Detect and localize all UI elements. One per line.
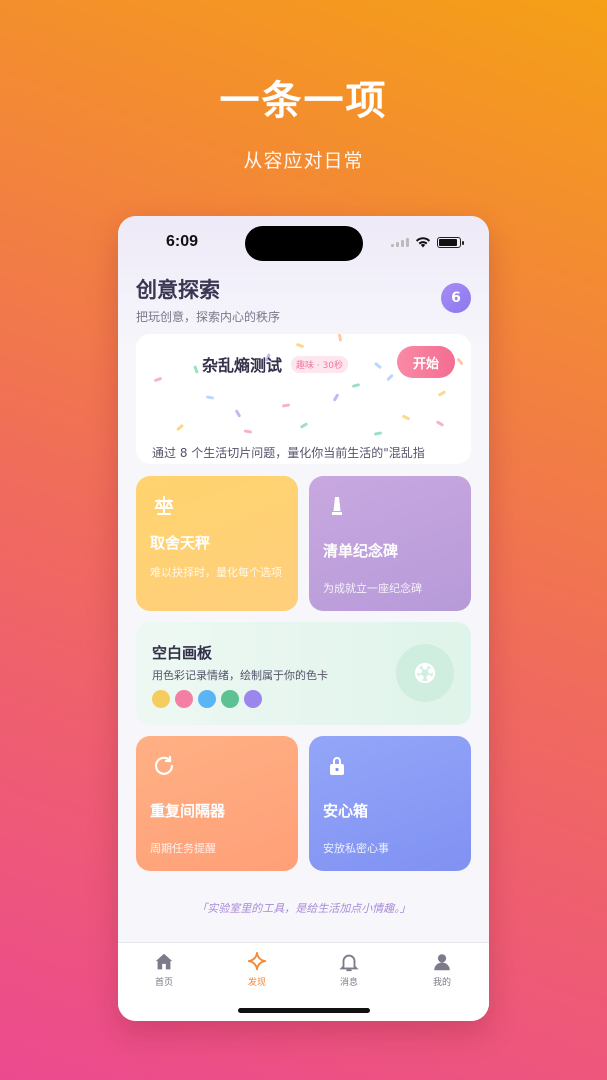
tile-title: 安心箱 <box>323 802 369 820</box>
hero-title: 一条一项 <box>219 78 388 124</box>
tile-title: 取舍天秤 <box>150 534 211 552</box>
color-swatches <box>152 690 262 708</box>
color-swatch[interactable] <box>198 690 216 708</box>
hero-subtitle: 从容应对日常 <box>243 150 364 172</box>
entropy-title: 杂乱熵测试 <box>202 356 283 375</box>
tile-description: 周期任务提醒 <box>150 842 216 855</box>
palette-button[interactable] <box>396 644 454 702</box>
tab-profile[interactable]: 我的 <box>412 951 472 988</box>
tool-tile-monument[interactable]: 清单纪念碑 为成就立一座纪念碑 <box>309 476 471 611</box>
entropy-test-card[interactable]: 杂乱熵测试 趣味 · 30秒 开始 通过 8 个生活切片问题，量化你当前生活的"… <box>136 334 471 464</box>
user-icon <box>434 954 450 971</box>
phone-frame: 6:09 创意探索 把玩创意，探索内心的秩序 6 杂乱熵测试 趣味 · 30秒 … <box>118 216 489 1021</box>
color-swatch[interactable] <box>175 690 193 708</box>
bell-icon <box>339 954 359 972</box>
entropy-description: 通过 8 个生活切片问题，量化你当前生活的"混乱指 <box>152 446 425 460</box>
entropy-tag: 趣味 · 30秒 <box>291 356 349 373</box>
home-icon <box>155 953 173 970</box>
signal-icon <box>391 237 409 247</box>
status-icons <box>391 236 464 248</box>
lock-icon <box>330 757 344 775</box>
tab-discover[interactable]: 发现 <box>227 951 287 988</box>
color-swatch[interactable] <box>221 690 239 708</box>
monument-icon <box>332 497 342 515</box>
status-time: 6:09 <box>166 233 199 250</box>
start-button[interactable]: 开始 <box>397 346 455 378</box>
tile-description: 用色彩记录情绪，绘制属于你的色卡 <box>152 669 328 682</box>
battery-icon <box>437 236 464 248</box>
tab-label: 发现 <box>247 978 266 988</box>
tile-title: 清单纪念碑 <box>323 542 399 560</box>
tool-tile-safe[interactable]: 安心箱 安放私密心事 <box>309 736 471 871</box>
tile-description: 为成就立一座纪念碑 <box>323 582 422 595</box>
tile-description: 安放私密心事 <box>323 842 389 855</box>
sparkle-icon <box>247 951 267 971</box>
color-swatch[interactable] <box>244 690 262 708</box>
tool-tile-canvas[interactable]: 空白画板 用色彩记录情绪，绘制属于你的色卡 <box>136 622 471 725</box>
tool-tile-scale[interactable]: 取舍天秤 难以抉择时，量化每个选项 <box>136 476 298 611</box>
refresh-icon <box>154 755 174 775</box>
scale-icon <box>154 496 174 515</box>
page-subtitle: 把玩创意，探索内心的秩序 <box>136 310 281 324</box>
tool-tile-repeat[interactable]: 重复间隔器 周期任务提醒 <box>136 736 298 871</box>
home-indicator <box>238 1008 370 1013</box>
palette-icon <box>414 662 436 684</box>
tab-label: 我的 <box>432 978 451 988</box>
tab-bar: 首页 发现 消息 我的 <box>118 942 489 1021</box>
tile-title: 重复间隔器 <box>150 802 226 820</box>
tab-messages[interactable]: 消息 <box>319 951 379 988</box>
tab-label: 消息 <box>339 978 358 988</box>
footer-quote: 「实验室里的工具，是给生活加点小情趣。」 <box>196 902 411 915</box>
tab-label: 首页 <box>154 978 173 988</box>
wifi-icon <box>416 237 430 248</box>
count-badge[interactable]: 6 <box>441 283 471 313</box>
dynamic-island <box>245 226 363 261</box>
page-title: 创意探索 <box>136 278 220 302</box>
tile-title: 空白画板 <box>152 644 213 662</box>
tile-description: 难以抉择时，量化每个选项 <box>150 566 282 579</box>
tab-home[interactable]: 首页 <box>134 951 194 988</box>
color-swatch[interactable] <box>152 690 170 708</box>
